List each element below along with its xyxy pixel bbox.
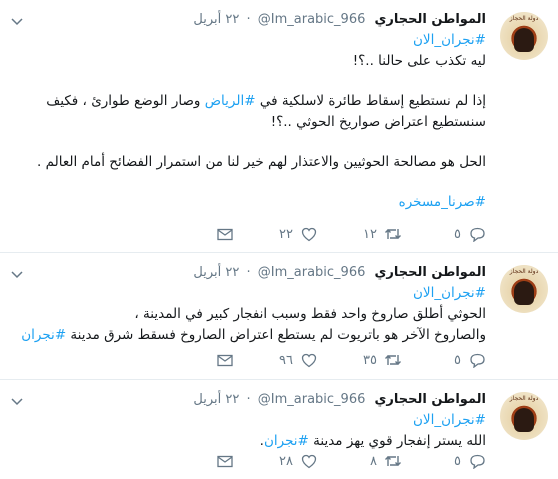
author-handle[interactable]: @Im_arabic_966 bbox=[258, 265, 366, 280]
avatar-caption: دولة الحجاز bbox=[509, 268, 539, 275]
reply-icon bbox=[468, 351, 486, 369]
author-name[interactable]: المواطن الحجاري bbox=[375, 12, 486, 27]
like-icon bbox=[300, 225, 318, 243]
like-icon bbox=[300, 351, 318, 369]
tweet-line: سنستطيع اعتراض صواريخ الحوثي ..؟! bbox=[20, 112, 486, 133]
tweet-text-run: إذا لم نستطيع إسقاط طائرة لاسلكية في bbox=[255, 93, 486, 109]
tweet-date[interactable]: ٢٢ أبريل bbox=[193, 12, 239, 27]
separator-dot: · bbox=[246, 392, 251, 407]
retweet-button[interactable]: ٨ bbox=[318, 451, 402, 471]
tweet[interactable]: دولة الحجاز المواطن الحجاري @Im_arabic_9… bbox=[0, 253, 558, 380]
avatar-caption: دولة الحجاز bbox=[509, 15, 539, 22]
like-count: ٢٨ bbox=[279, 453, 293, 469]
reply-count: ٥ bbox=[454, 226, 461, 242]
tweet-header: المواطن الحجاري @Im_arabic_966 · ٢٢ أبري… bbox=[11, 390, 486, 410]
tweet[interactable]: دولة الحجاز المواطن الحجاري @Im_arabic_9… bbox=[0, 380, 558, 479]
tweet-line: #صرنا_مسخره bbox=[20, 192, 486, 213]
tweet-actions: ٥ ٣٥ ٩٦ bbox=[216, 350, 486, 370]
reply-button[interactable]: ٥ bbox=[402, 350, 486, 370]
tweet-text-run: الحوثي أطلق صاروخ واحد فقط وسبب انفجار ك… bbox=[134, 306, 486, 322]
tweet-text-run: والصاروخ الآخر هو باتريوت لم يستطع اعترا… bbox=[66, 327, 486, 343]
tweet-date[interactable]: ٢٢ أبريل bbox=[193, 265, 239, 280]
avatar-caption: دولة الحجاز bbox=[509, 395, 539, 402]
retweet-icon bbox=[384, 452, 402, 470]
author-handle[interactable]: @Im_arabic_966 bbox=[258, 392, 366, 407]
retweet-count: ٣٥ bbox=[363, 352, 377, 368]
avatar[interactable]: دولة الحجاز bbox=[500, 12, 548, 60]
tweet-line: والصاروخ الآخر هو باتريوت لم يستطع اعترا… bbox=[20, 325, 486, 346]
reply-button[interactable]: ٥ bbox=[402, 224, 486, 244]
tweet-line: #نجران_الان bbox=[20, 410, 486, 431]
hashtag-link[interactable]: #نجران bbox=[21, 327, 66, 343]
tweet-text-run: الله يستر إنفجار قوي يهز مدينة bbox=[308, 433, 486, 449]
tweet-date[interactable]: ٢٢ أبريل bbox=[193, 392, 239, 407]
retweet-button[interactable]: ١٢ bbox=[318, 224, 402, 244]
direct-message-button[interactable] bbox=[216, 451, 234, 471]
author-handle[interactable]: @Im_arabic_966 bbox=[258, 12, 366, 27]
chevron-down-icon[interactable] bbox=[8, 392, 26, 406]
chevron-down-icon[interactable] bbox=[8, 12, 26, 26]
tweet-text-run: ليه تكذب على حالنا ..؟! bbox=[352, 53, 486, 69]
like-button[interactable]: ٢٢ bbox=[234, 224, 318, 244]
retweet-icon bbox=[384, 351, 402, 369]
like-button[interactable]: ٩٦ bbox=[234, 350, 318, 370]
like-count: ٩٦ bbox=[279, 352, 293, 368]
author-name[interactable]: المواطن الحجاري bbox=[375, 265, 486, 280]
tweet-header: المواطن الحجاري @Im_arabic_966 · ٢٢ أبري… bbox=[11, 10, 486, 30]
tweet-actions: ٥ ٨ ٢٨ bbox=[216, 451, 486, 471]
tweet-line: الحل هو مصالحة الحوثيين والاعتذار لهم خي… bbox=[20, 152, 486, 173]
direct-message-button[interactable] bbox=[216, 350, 234, 370]
reply-count: ٥ bbox=[454, 352, 461, 368]
tweet-line: ليه تكذب على حالنا ..؟! bbox=[20, 51, 486, 72]
like-count: ٢٢ bbox=[279, 226, 293, 242]
tweet-line: الله يستر إنفجار قوي يهز مدينة #نجران. bbox=[20, 431, 486, 452]
tweet-line: #نجران_الان bbox=[20, 30, 486, 51]
tweet-text-run: سنستطيع اعتراض صواريخ الحوثي ..؟! bbox=[270, 114, 486, 130]
direct-message-icon bbox=[216, 452, 234, 470]
direct-message-icon bbox=[216, 351, 234, 369]
hashtag-link[interactable]: #نجران_الان bbox=[413, 412, 486, 428]
hashtag-link[interactable]: #نجران_الان bbox=[413, 32, 486, 48]
direct-message-button[interactable] bbox=[216, 224, 234, 244]
hashtag-link[interactable]: #نجران_الان bbox=[413, 285, 486, 301]
direct-message-icon bbox=[216, 225, 234, 243]
avatar[interactable]: دولة الحجاز bbox=[500, 265, 548, 313]
separator-dot: · bbox=[246, 265, 251, 280]
tweet-line: الحوثي أطلق صاروخ واحد فقط وسبب انفجار ك… bbox=[20, 304, 486, 325]
chevron-down-icon[interactable] bbox=[8, 265, 26, 279]
tweet-actions: ٥ ١٢ ٢٢ bbox=[216, 224, 486, 244]
hashtag-link[interactable]: #الرياض bbox=[205, 93, 256, 109]
retweet-button[interactable]: ٣٥ bbox=[318, 350, 402, 370]
author-name[interactable]: المواطن الحجاري bbox=[375, 392, 486, 407]
hashtag-link[interactable]: #صرنا_مسخره bbox=[399, 194, 486, 210]
tweet-feed: دولة الحجاز المواطن الحجاري @Im_arabic_9… bbox=[0, 0, 558, 479]
hashtag-link[interactable]: #نجران bbox=[264, 433, 309, 449]
tweet-text: #نجران_الان الله يستر إنفجار قوي يهز مدين… bbox=[20, 410, 486, 452]
tweet-text: #نجران_الان ليه تكذب على حالنا ..؟! إذا لم… bbox=[20, 30, 486, 213]
separator-dot: · bbox=[246, 12, 251, 27]
tweet[interactable]: دولة الحجاز المواطن الحجاري @Im_arabic_9… bbox=[0, 0, 558, 253]
tweet-text-run: الحل هو مصالحة الحوثيين والاعتذار لهم خي… bbox=[37, 154, 486, 170]
retweet-count: ١٢ bbox=[363, 226, 377, 242]
like-button[interactable]: ٢٨ bbox=[234, 451, 318, 471]
reply-icon bbox=[468, 225, 486, 243]
tweet-text: #نجران_الان الحوثي أطلق صاروخ واحد فقط وس… bbox=[20, 283, 486, 346]
retweet-icon bbox=[384, 225, 402, 243]
tweet-text-run: وصار الوضع طوارئ ، فكيف bbox=[46, 93, 205, 109]
like-icon bbox=[300, 452, 318, 470]
tweet-line: #نجران_الان bbox=[20, 283, 486, 304]
retweet-count: ٨ bbox=[370, 453, 377, 469]
tweet-header: المواطن الحجاري @Im_arabic_966 · ٢٢ أبري… bbox=[11, 263, 486, 283]
reply-button[interactable]: ٥ bbox=[402, 451, 486, 471]
reply-icon bbox=[468, 452, 486, 470]
tweet-line: إذا لم نستطيع إسقاط طائرة لاسلكية في #ال… bbox=[20, 91, 486, 112]
avatar[interactable]: دولة الحجاز bbox=[500, 392, 548, 440]
reply-count: ٥ bbox=[454, 453, 461, 469]
